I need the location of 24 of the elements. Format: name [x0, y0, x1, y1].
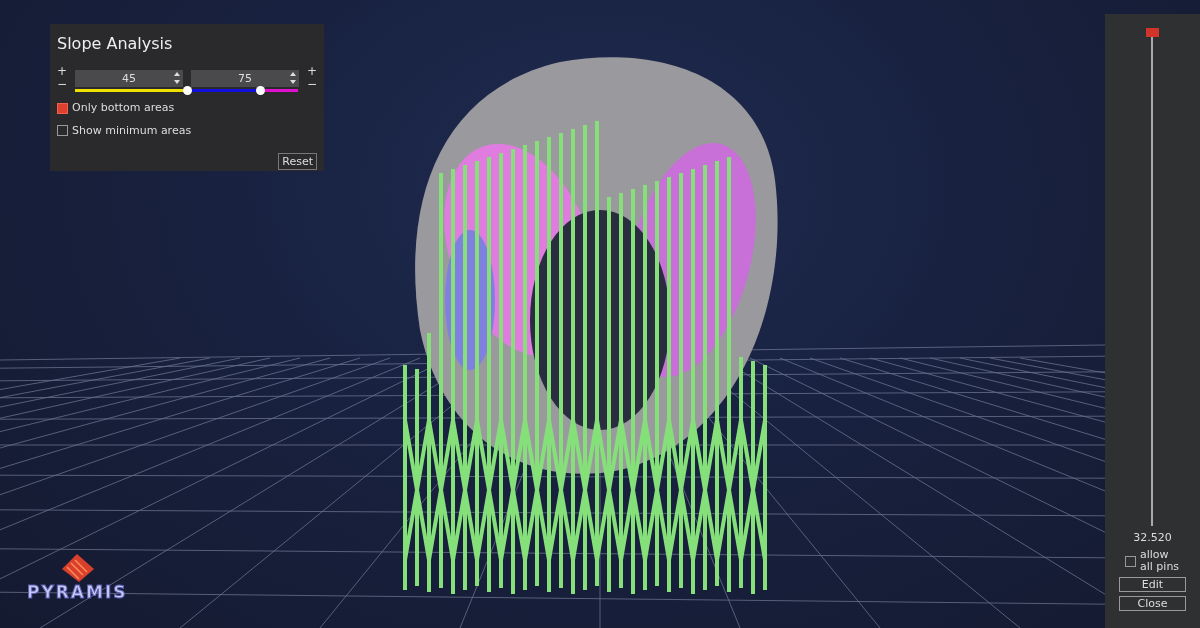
- slider-thumb[interactable]: [1146, 28, 1159, 37]
- number-field[interactable]: 45: [75, 69, 183, 87]
- logo-text: PYRAMIS: [27, 583, 128, 601]
- stepper-button[interactable]: +: [57, 65, 67, 78]
- panel-title: Slope Analysis: [57, 33, 174, 55]
- checkbox-label: allow all pins: [1140, 549, 1180, 573]
- checkbox[interactable]: [57, 102, 68, 114]
- stepper-button[interactable]: −: [307, 78, 317, 91]
- checkbox-label: Only bottom areas: [72, 100, 175, 116]
- stepper-button[interactable]: +: [307, 65, 317, 78]
- stepper-button[interactable]: −: [57, 78, 67, 91]
- number-field[interactable]: 75: [191, 69, 299, 87]
- slider-thumb[interactable]: [182, 86, 192, 95]
- panel-button[interactable]: Close: [1119, 596, 1186, 611]
- checkbox-label: Show minimum areas: [72, 122, 192, 139]
- checkbox[interactable]: [1125, 555, 1136, 567]
- slider-thumb[interactable]: [256, 86, 266, 95]
- height-value: 32.520: [1132, 530, 1173, 546]
- reset-button[interactable]: Reset: [278, 153, 317, 170]
- spinner-icon[interactable]: [174, 70, 180, 85]
- range-slider[interactable]: [75, 89, 298, 92]
- panel-button[interactable]: Edit: [1119, 577, 1186, 592]
- checkbox[interactable]: [57, 125, 68, 137]
- spinner-icon[interactable]: [290, 70, 296, 85]
